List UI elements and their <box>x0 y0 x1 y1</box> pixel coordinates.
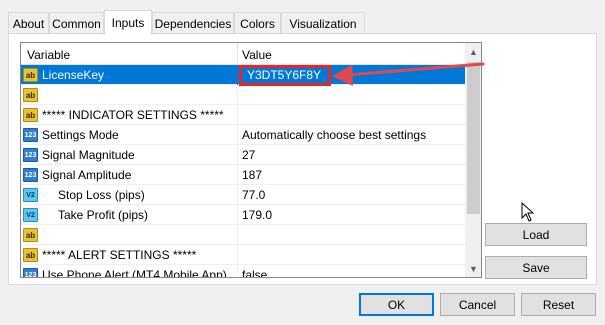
integer-type-icon: 123 <box>23 148 38 162</box>
cell-divider <box>237 125 238 145</box>
variable-value[interactable]: 27 <box>242 148 255 162</box>
table-row[interactable]: 123 Use Phone Alert (MT4 Mobile App) fal… <box>21 265 465 278</box>
string-type-icon: ab <box>23 68 38 82</box>
variable-value[interactable]: false <box>242 268 267 277</box>
table-row[interactable]: V2 Stop Loss (pips) 77.0 <box>21 185 465 205</box>
tab-inputs[interactable]: Inputs <box>104 10 152 35</box>
cell-divider <box>237 145 238 165</box>
ok-button[interactable]: OK <box>359 293 434 316</box>
cancel-button[interactable]: Cancel <box>440 293 515 316</box>
cell-divider <box>237 225 238 245</box>
table-row[interactable]: V2 Take Profit (pips) 179.0 <box>21 205 465 225</box>
column-header-value[interactable]: Value <box>242 48 272 62</box>
variable-name: Settings Mode <box>42 128 119 142</box>
table-row[interactable]: ab ***** INDICATOR SETTINGS ***** <box>21 105 465 125</box>
cell-divider <box>237 185 238 205</box>
table-row[interactable]: 123 Signal Magnitude 27 <box>21 145 465 165</box>
double-type-icon: V2 <box>23 208 38 222</box>
string-type-icon: ab <box>23 108 38 122</box>
variable-name: LicenseKey <box>42 68 105 82</box>
cell-divider <box>237 245 238 265</box>
variable-value[interactable]: 179.0 <box>242 208 272 222</box>
variable-name: ***** ALERT SETTINGS ***** <box>42 248 197 262</box>
scrollbar-thumb[interactable] <box>467 62 480 214</box>
tab-about[interactable]: About <box>8 12 49 34</box>
string-type-icon: ab <box>23 248 38 262</box>
column-header-variable[interactable]: Variable <box>27 48 70 62</box>
load-button[interactable]: Load <box>485 223 587 246</box>
table-row[interactable]: ab ***** ALERT SETTINGS ***** <box>21 245 465 265</box>
inputs-grid: Variable Value ab LicenseKey Y3DT5Y6F8Y … <box>20 42 482 278</box>
variable-value[interactable]: Automatically choose best settings <box>242 128 426 142</box>
variable-value[interactable]: 77.0 <box>242 188 265 202</box>
table-row[interactable]: ab <box>21 85 465 105</box>
scroll-up-icon[interactable]: ▲ <box>465 43 481 60</box>
header-divider[interactable] <box>237 43 238 65</box>
double-type-icon: V2 <box>23 188 38 202</box>
save-button[interactable]: Save <box>485 256 587 279</box>
table-row[interactable]: 123 Settings Mode Automatically choose b… <box>21 125 465 145</box>
tab-colors[interactable]: Colors <box>234 12 281 34</box>
tab-dependencies[interactable]: Dependencies <box>152 12 234 34</box>
variable-name: ***** INDICATOR SETTINGS ***** <box>42 108 224 122</box>
vertical-scrollbar[interactable]: ▲ ▼ <box>465 43 481 277</box>
integer-type-icon: 123 <box>23 128 38 142</box>
reset-button[interactable]: Reset <box>521 293 596 316</box>
tab-visualization[interactable]: Visualization <box>281 12 365 34</box>
string-type-icon: ab <box>23 228 38 242</box>
cell-divider <box>237 205 238 225</box>
variable-name: Signal Amplitude <box>42 168 132 182</box>
variable-name: Use Phone Alert (MT4 Mobile App) <box>42 268 227 278</box>
integer-type-icon: 123 <box>23 168 38 182</box>
integer-type-icon: 123 <box>23 268 38 277</box>
variable-name: Take Profit (pips) <box>58 208 149 222</box>
variable-name: Stop Loss (pips) <box>58 188 145 202</box>
inputs-panel: Variable Value ab LicenseKey Y3DT5Y6F8Y … <box>8 33 597 285</box>
table-row[interactable]: ab <box>21 225 465 245</box>
highlight-box <box>239 65 331 86</box>
table-row-licensekey[interactable]: ab LicenseKey Y3DT5Y6F8Y <box>21 65 465 86</box>
variable-value[interactable]: 187 <box>242 168 262 182</box>
cell-divider <box>237 105 238 125</box>
tab-common[interactable]: Common <box>49 12 104 34</box>
variable-name: Signal Magnitude <box>42 148 135 162</box>
table-row[interactable]: 123 Signal Amplitude 187 <box>21 165 465 185</box>
cell-divider <box>237 165 238 185</box>
grid-header: Variable Value <box>21 43 465 65</box>
cell-divider <box>237 265 238 277</box>
cell-divider <box>237 65 238 85</box>
string-type-icon: ab <box>23 88 38 102</box>
scroll-down-icon[interactable]: ▼ <box>465 260 481 277</box>
cell-divider <box>237 85 238 105</box>
